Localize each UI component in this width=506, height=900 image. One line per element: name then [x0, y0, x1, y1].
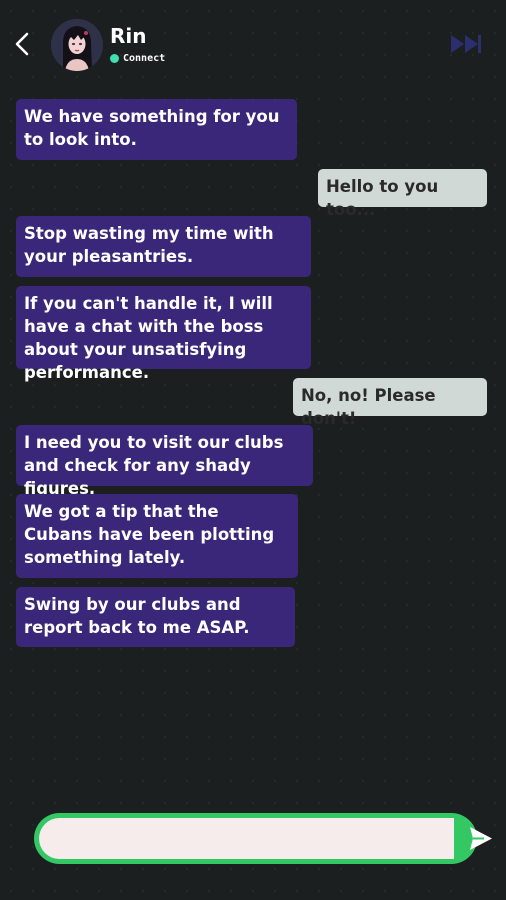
message-incoming: Stop wasting my time with your pleasantr…	[16, 216, 311, 277]
back-button[interactable]	[10, 28, 36, 60]
message-incoming: If you can't handle it, I will have a ch…	[16, 286, 311, 382]
message-incoming: We got a tip that the Cubans have been p…	[16, 494, 298, 578]
message-outgoing: No, no! Please don't!	[293, 378, 487, 428]
message-incoming: I need you to visit our clubs and check …	[16, 425, 313, 498]
fast-forward-button[interactable]	[448, 30, 484, 58]
chevron-left-icon	[15, 32, 29, 56]
message-input[interactable]	[39, 818, 454, 859]
avatar	[51, 19, 103, 71]
message-composer	[34, 813, 492, 864]
fast-forward-icon	[451, 35, 481, 53]
message-incoming: Swing by our clubs and report back to me…	[16, 587, 295, 647]
contact-name: Rin	[110, 24, 147, 48]
status-text: Connect	[123, 53, 166, 64]
chat-header: Rin Connect	[0, 0, 506, 90]
online-dot-icon	[110, 54, 119, 63]
status-indicator: Connect	[110, 53, 165, 64]
send-icon	[470, 827, 492, 850]
message-outgoing: Hello to you too...	[318, 169, 487, 219]
send-button[interactable]	[454, 813, 504, 864]
message-incoming: We have something for you to look into.	[16, 99, 297, 160]
